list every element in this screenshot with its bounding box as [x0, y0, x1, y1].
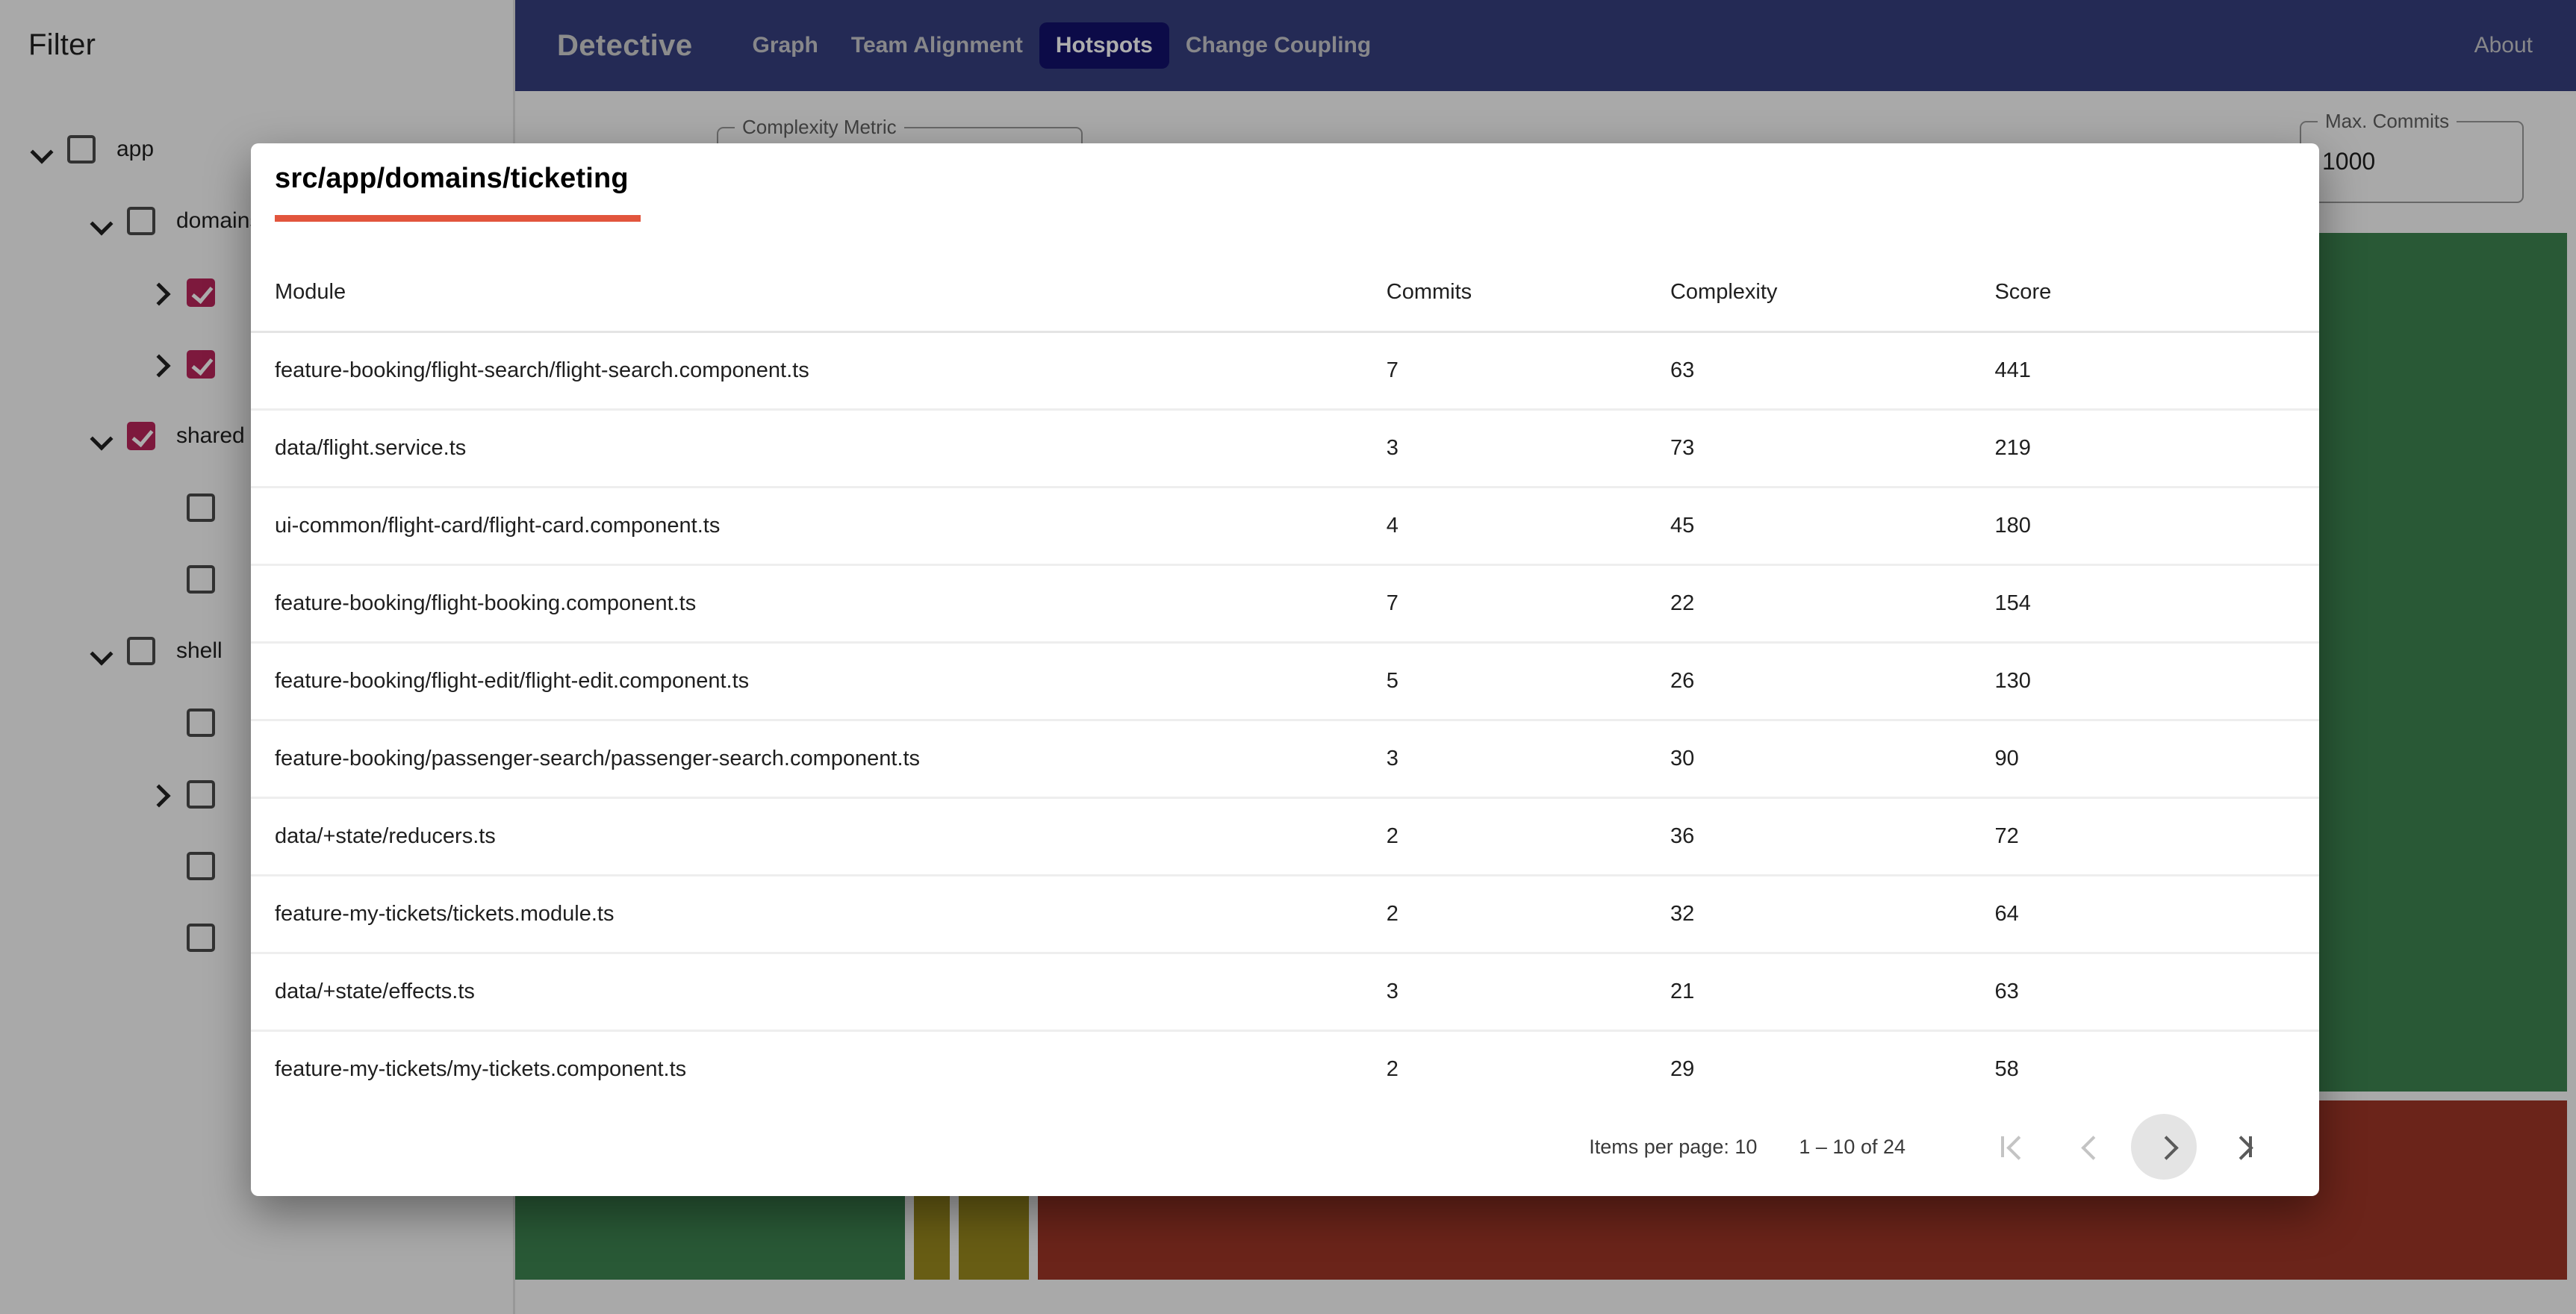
last-page-icon: [2231, 1139, 2246, 1154]
score-cell: 58: [1994, 1030, 2319, 1108]
table-row[interactable]: feature-my-tickets/tickets.module.ts2326…: [251, 875, 2319, 953]
commits-cell: 3: [1387, 409, 1670, 487]
dialog-title: src/app/domains/ticketing: [275, 163, 629, 195]
complexity-cell: 73: [1670, 409, 1995, 487]
app-root: Filter appdomainssharedshell Detective G…: [0, 0, 2576, 1314]
table-row[interactable]: feature-booking/passenger-search/passeng…: [251, 720, 2319, 797]
previous-page-button[interactable]: [2056, 1114, 2122, 1180]
score-cell: 63: [1994, 953, 2319, 1030]
module-cell: feature-my-tickets/tickets.module.ts: [251, 875, 1387, 953]
module-cell: feature-my-tickets/my-tickets.component.…: [251, 1030, 1387, 1108]
commits-cell: 5: [1387, 642, 1670, 720]
module-cell: feature-booking/passenger-search/passeng…: [251, 720, 1387, 797]
hotspots-table-head: Module Commits Complexity Score: [251, 254, 2319, 331]
commits-cell: 3: [1387, 720, 1670, 797]
commits-cell: 3: [1387, 953, 1670, 1030]
next-page-button[interactable]: [2131, 1114, 2197, 1180]
column-header-score[interactable]: Score: [1994, 254, 2319, 331]
commits-cell: 7: [1387, 331, 1670, 409]
first-page-bar-icon: [2001, 1136, 2004, 1157]
table-row[interactable]: feature-booking/flight-booking.component…: [251, 564, 2319, 642]
page-range-label: 1 – 10 of 24: [1799, 1136, 1905, 1159]
table-row[interactable]: feature-booking/flight-search/flight-sea…: [251, 331, 2319, 409]
hotspot-detail-dialog: src/app/domains/ticketing Module Commits…: [251, 143, 2319, 1196]
commits-cell: 4: [1387, 487, 1670, 564]
dialog-title-underline: [275, 215, 641, 222]
module-cell: data/flight.service.ts: [251, 409, 1387, 487]
score-cell: 441: [1994, 331, 2319, 409]
complexity-cell: 29: [1670, 1030, 1995, 1108]
complexity-cell: 36: [1670, 797, 1995, 875]
complexity-cell: 45: [1670, 487, 1995, 564]
score-cell: 219: [1994, 409, 2319, 487]
chevron-left-icon: [2082, 1139, 2097, 1154]
score-cell: 154: [1994, 564, 2319, 642]
column-header-commits[interactable]: Commits: [1387, 254, 1670, 331]
complexity-cell: 21: [1670, 953, 1995, 1030]
hotspots-table: Module Commits Complexity Score feature-…: [251, 254, 2319, 1108]
first-page-icon: [2007, 1139, 2022, 1154]
score-cell: 72: [1994, 797, 2319, 875]
complexity-cell: 22: [1670, 564, 1995, 642]
table-row[interactable]: data/+state/effects.ts32163: [251, 953, 2319, 1030]
items-per-page-label[interactable]: Items per page: 10: [1589, 1136, 1757, 1159]
last-page-bar-icon: [2249, 1136, 2252, 1157]
table-row[interactable]: ui-common/flight-card/flight-card.compon…: [251, 487, 2319, 564]
commits-cell: 7: [1387, 564, 1670, 642]
score-cell: 90: [1994, 720, 2319, 797]
first-page-button[interactable]: [1982, 1114, 2047, 1180]
complexity-cell: 30: [1670, 720, 1995, 797]
complexity-cell: 32: [1670, 875, 1995, 953]
chevron-right-icon: [2156, 1139, 2171, 1154]
table-header-row: Module Commits Complexity Score: [251, 254, 2319, 331]
module-cell: feature-booking/flight-booking.component…: [251, 564, 1387, 642]
module-cell: feature-booking/flight-search/flight-sea…: [251, 331, 1387, 409]
module-cell: data/+state/reducers.ts: [251, 797, 1387, 875]
column-header-complexity[interactable]: Complexity: [1670, 254, 1995, 331]
module-cell: ui-common/flight-card/flight-card.compon…: [251, 487, 1387, 564]
table-row[interactable]: feature-my-tickets/my-tickets.component.…: [251, 1030, 2319, 1108]
table-row[interactable]: feature-booking/flight-edit/flight-edit.…: [251, 642, 2319, 720]
commits-cell: 2: [1387, 797, 1670, 875]
score-cell: 180: [1994, 487, 2319, 564]
commits-cell: 2: [1387, 875, 1670, 953]
table-row[interactable]: data/+state/reducers.ts23672: [251, 797, 2319, 875]
module-cell: data/+state/effects.ts: [251, 953, 1387, 1030]
score-cell: 64: [1994, 875, 2319, 953]
table-row[interactable]: data/flight.service.ts373219: [251, 409, 2319, 487]
commits-cell: 2: [1387, 1030, 1670, 1108]
hotspots-table-body: feature-booking/flight-search/flight-sea…: [251, 331, 2319, 1108]
complexity-cell: 63: [1670, 331, 1995, 409]
module-cell: feature-booking/flight-edit/flight-edit.…: [251, 642, 1387, 720]
last-page-button[interactable]: [2206, 1114, 2271, 1180]
score-cell: 130: [1994, 642, 2319, 720]
table-paginator: Items per page: 10 1 – 10 of 24: [251, 1097, 2319, 1196]
column-header-module[interactable]: Module: [251, 254, 1387, 331]
complexity-cell: 26: [1670, 642, 1995, 720]
